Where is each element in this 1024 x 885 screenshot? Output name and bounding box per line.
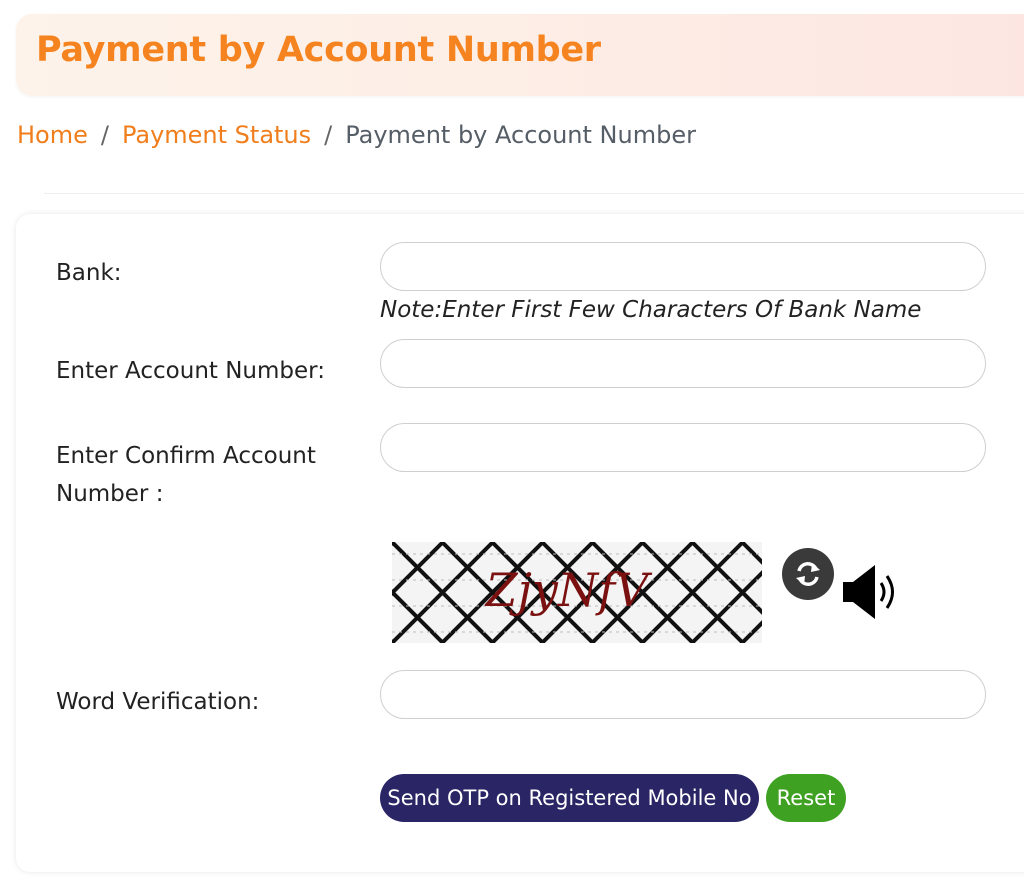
confirm-account-input[interactable] [380, 423, 986, 472]
word-verification-label: Word Verification: [56, 689, 260, 715]
bank-input[interactable] [380, 242, 986, 291]
divider [44, 193, 1024, 194]
confirm-account-label: Enter Confirm Account Number : [56, 437, 316, 513]
refresh-icon [796, 562, 820, 586]
captcha-text: ZjyNfV [484, 563, 653, 617]
reset-button[interactable]: Reset [766, 774, 846, 822]
refresh-captcha-button[interactable] [782, 548, 834, 600]
word-verification-input[interactable] [380, 670, 986, 719]
breadcrumb-separator: / [324, 121, 333, 149]
confirm-account-label-line1: Enter Confirm Account [56, 443, 316, 469]
breadcrumb-separator: / [100, 121, 109, 149]
bank-note: Note:Enter First Few Characters Of Bank … [380, 297, 922, 323]
page-title: Payment by Account Number [36, 30, 601, 70]
breadcrumb-current: Payment by Account Number [345, 121, 696, 149]
speaker-icon [843, 565, 894, 619]
breadcrumb-payment-status-link[interactable]: Payment Status [122, 121, 311, 149]
breadcrumb-home-link[interactable]: Home [17, 121, 88, 149]
send-otp-button[interactable]: Send OTP on Registered Mobile No [380, 774, 759, 822]
bank-label: Bank: [56, 260, 122, 286]
breadcrumb: Home / Payment Status / Payment by Account N… [17, 121, 696, 149]
account-number-label: Enter Account Number: [56, 358, 325, 384]
confirm-account-label-line2: Number : [56, 481, 164, 507]
account-number-input[interactable] [380, 339, 986, 388]
audio-captcha-button[interactable] [840, 562, 904, 622]
captcha-graphic: ZjyNfV [392, 542, 762, 643]
captcha-image: ZjyNfV [392, 542, 762, 643]
